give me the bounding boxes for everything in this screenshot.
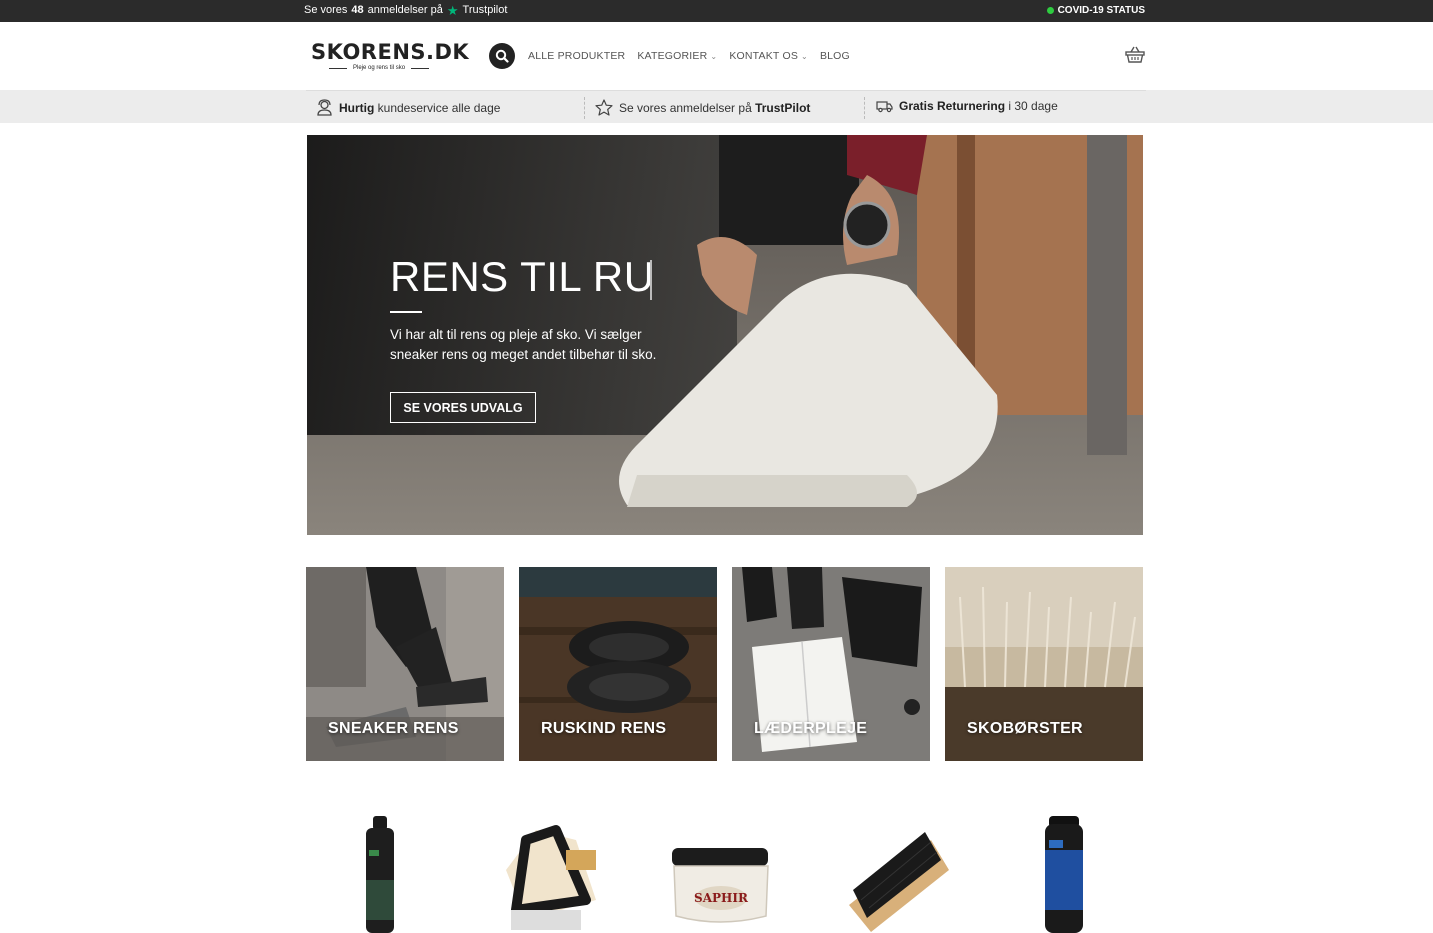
support-agent-icon <box>317 99 332 116</box>
nav-item-blog[interactable]: BLOG <box>820 50 850 62</box>
product-image-triangle-brush <box>506 825 596 930</box>
chevron-down-icon: ⌄ <box>710 51 718 61</box>
nav-item-kategorier[interactable]: KATEGORIER ⌄ <box>637 50 717 62</box>
hero-title: RENS TIL RU <box>390 253 655 300</box>
svg-text:SAPHIR: SAPHIR <box>694 891 749 905</box>
nav-label: KONTAKT OS <box>729 50 799 62</box>
product-row: SAPHIR <box>306 810 1143 933</box>
logo-tagline: Pleje og rens til sko <box>353 65 406 71</box>
product-card[interactable] <box>1041 810 1086 933</box>
nav-label: ALLE PRODUKTER <box>528 50 626 62</box>
usp-trustpilot-reviews[interactable]: Se vores anmeldelser på TrustPilot <box>595 99 810 116</box>
hero-banner: RENS TIL RU Vi har alt til rens og pleje… <box>307 135 1143 535</box>
logo-tagline-row: Pleje og rens til sko <box>329 65 461 71</box>
search-button[interactable] <box>489 43 515 69</box>
product-image-saphir-cream: SAPHIR <box>672 848 769 923</box>
site-header: SKORENS.DK Pleje og rens til sko ALLE PR… <box>0 22 1433 90</box>
category-label: RUSKIND RENS <box>541 720 667 737</box>
trustpilot-label: Trustpilot <box>462 4 508 16</box>
product-image-nano-protector <box>1045 816 1083 933</box>
usp-text: Gratis Returnering i 30 dage <box>899 99 1058 113</box>
product-card[interactable] <box>361 810 401 933</box>
product-card[interactable] <box>496 810 611 933</box>
category-label: SNEAKER RENS <box>328 720 459 737</box>
tagline-divider <box>411 67 430 69</box>
typing-cursor <box>650 260 652 300</box>
category-label: LÆDERPLEJE <box>754 720 868 737</box>
see-selection-button[interactable]: SE VORES UDVALG <box>390 392 536 423</box>
logo-brand: SKORENS.DK <box>311 40 470 64</box>
nav-label: KATEGORIER <box>637 50 708 62</box>
category-card-laederpleje[interactable]: LÆDERPLEJE <box>732 567 930 761</box>
delivery-truck-icon <box>876 101 893 113</box>
category-card-skoborster[interactable]: SKOBØRSTER <box>945 567 1143 761</box>
search-icon <box>495 49 509 63</box>
top-bar: Se vores 48 anmeldelser på ★ Trustpilot … <box>0 0 1433 22</box>
usp-free-returns: Gratis Returnering i 30 dage <box>876 99 1058 113</box>
usp-text: Hurtig kundeservice alle dage <box>339 100 501 115</box>
category-label: SKOBØRSTER <box>967 720 1083 737</box>
cart-button[interactable] <box>1125 46 1145 69</box>
product-card[interactable]: SAPHIR <box>666 810 776 933</box>
status-dot-icon <box>1046 7 1054 14</box>
product-image-foam-spray <box>366 816 394 933</box>
hero-divider <box>390 311 422 313</box>
nav-item-alle-produkter[interactable]: ALLE PRODUKTER <box>528 50 625 62</box>
hero-text: Vi har alt til rens og pleje af sko. Vi … <box>390 327 657 362</box>
star-outline-icon <box>595 99 613 116</box>
covid-status-label: COVID-19 STATUS <box>1057 5 1145 16</box>
usp-customer-service: Hurtig kundeservice alle dage <box>316 99 500 116</box>
nav-item-kontakt-os[interactable]: KONTAKT OS ⌄ <box>729 50 808 62</box>
tagline-divider <box>329 67 347 69</box>
reviews-suffix: anmeldelser på <box>367 4 443 16</box>
main-nav: ALLE PRODUKTER KATEGORIER ⌄ KONTAKT OS ⌄… <box>528 50 850 62</box>
reviews-prefix: Se vores <box>304 4 348 16</box>
usp-text: Se vores anmeldelser på TrustPilot <box>619 100 811 115</box>
covid-status-link[interactable]: COVID-19 STATUS <box>1046 5 1145 16</box>
reviews-count: 48 <box>351 4 364 16</box>
site-logo[interactable]: SKORENS.DK Pleje og rens til sko <box>311 40 470 71</box>
product-card[interactable] <box>841 810 951 933</box>
trustpilot-star-icon: ★ <box>446 2 459 18</box>
product-image-horsehair-brush <box>849 832 949 932</box>
category-card-sneaker-rens[interactable]: SNEAKER RENS <box>306 567 504 761</box>
category-card-ruskind-rens[interactable]: RUSKIND RENS <box>519 567 717 761</box>
usp-bar: Hurtig kundeservice alle dage Se vores a… <box>0 90 1433 123</box>
nav-label: BLOG <box>819 50 850 62</box>
trustpilot-reviews-link[interactable]: Se vores 48 anmeldelser på ★ Trustpilot <box>304 2 508 18</box>
basket-icon <box>1125 46 1145 63</box>
chevron-down-icon: ⌄ <box>801 51 808 61</box>
usp-divider <box>864 97 865 119</box>
category-grid: SNEAKER RENS RUSKIND RENS LÆDERPLEJE SKO… <box>306 567 1143 761</box>
usp-divider <box>584 97 585 119</box>
